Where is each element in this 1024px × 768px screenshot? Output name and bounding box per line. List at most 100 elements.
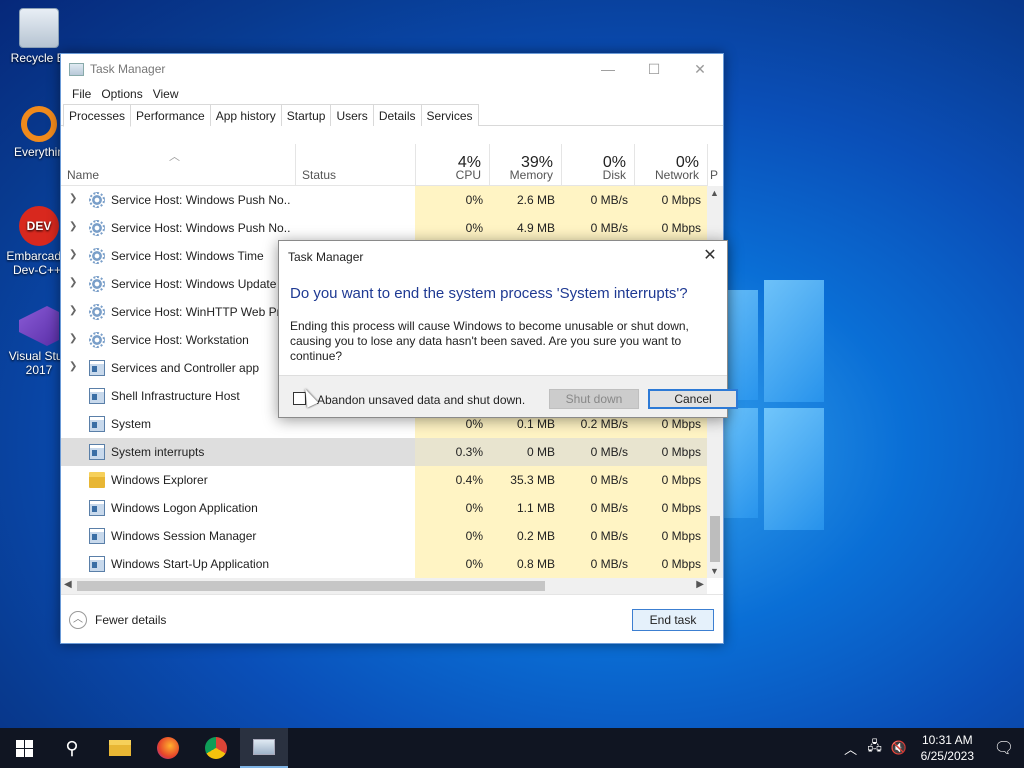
process-name: Windows Explorer bbox=[111, 473, 208, 487]
end-task-button[interactable]: End task bbox=[632, 609, 714, 631]
column-header-disk[interactable]: 0% Disk bbox=[561, 144, 634, 186]
column-header-network[interactable]: 0% Network bbox=[634, 144, 707, 186]
column-network-label: Network bbox=[654, 168, 699, 182]
network-icon[interactable]: 🖧 bbox=[863, 737, 887, 759]
process-network: 0 Mbps bbox=[634, 214, 707, 242]
task-manager-icon bbox=[253, 739, 275, 755]
process-row[interactable]: Windows Logon Application 0% 1.1 MB 0 MB/s 0… bbox=[61, 494, 707, 522]
process-cpu: 0% bbox=[415, 550, 489, 578]
process-memory: 0 MB bbox=[489, 438, 561, 466]
scroll-left-icon[interactable]: ◀ bbox=[64, 579, 72, 590]
tab-app-history[interactable]: App history bbox=[209, 104, 282, 126]
column-header-cpu[interactable]: 4% CPU bbox=[415, 144, 489, 186]
window-icon bbox=[89, 556, 105, 572]
taskbar-chrome[interactable] bbox=[192, 728, 240, 768]
gear-icon bbox=[89, 304, 105, 320]
dialog-headline: Do you want to end the system process 'S… bbox=[290, 285, 688, 302]
sort-ascending-icon: ︿ bbox=[169, 151, 180, 163]
process-name: Windows Logon Application bbox=[111, 501, 258, 515]
taskbar-firefox[interactable] bbox=[144, 728, 192, 768]
process-row[interactable]: ❯ Service Host: Windows Push No... 0% 4.9 M… bbox=[61, 214, 707, 242]
taskbar: ⚲ ︿ 🖧 🔇 10:31 AM 6/25/2023 🗨 bbox=[0, 728, 1024, 768]
process-name: Windows Start-Up Application bbox=[111, 557, 270, 571]
volume-muted-icon[interactable]: 🔇 bbox=[887, 740, 911, 756]
minimize-button[interactable]: — bbox=[585, 54, 631, 84]
clock-time: 10:31 AM bbox=[921, 733, 973, 747]
maximize-button[interactable]: ☐ bbox=[631, 54, 677, 84]
expand-chevron-icon[interactable]: ❯ bbox=[69, 333, 77, 344]
expand-chevron-icon[interactable]: ❯ bbox=[69, 277, 77, 288]
column-header-name[interactable]: ︿ Name bbox=[61, 144, 295, 186]
column-cpu-label: CPU bbox=[455, 168, 481, 182]
column-memory-label: Memory bbox=[509, 168, 553, 182]
cancel-button[interactable]: Cancel bbox=[648, 389, 738, 409]
expand-chevron-icon[interactable]: ❯ bbox=[69, 305, 77, 316]
process-disk: 0 MB/s bbox=[561, 438, 634, 466]
scroll-up-icon[interactable]: ▲ bbox=[710, 188, 719, 198]
notification-icon: 🗨 bbox=[993, 740, 1015, 757]
action-center-button[interactable]: 🗨 bbox=[984, 728, 1024, 768]
process-cpu: 0% bbox=[415, 522, 489, 550]
column-header-power[interactable]: P bbox=[707, 144, 723, 186]
expand-chevron-icon[interactable]: ❯ bbox=[69, 193, 77, 204]
column-name-label: Name bbox=[67, 168, 100, 182]
horizontal-scrollbar[interactable]: ◀ ▶ bbox=[61, 578, 707, 594]
clock[interactable]: 10:31 AM 6/25/2023 bbox=[911, 732, 984, 764]
expand-chevron-icon[interactable]: ❯ bbox=[69, 249, 77, 260]
tab-services[interactable]: Services bbox=[420, 104, 479, 126]
tab-users[interactable]: Users bbox=[330, 104, 374, 126]
title-bar[interactable]: Task Manager — ☐ ✕ bbox=[61, 54, 723, 84]
dialog-message: Ending this process will cause Windows t… bbox=[290, 319, 689, 363]
menu-options[interactable]: Options bbox=[96, 87, 147, 101]
process-disk: 0 MB/s bbox=[561, 522, 634, 550]
search-button[interactable]: ⚲ bbox=[48, 728, 96, 768]
window-icon bbox=[89, 388, 105, 404]
menu-file[interactable]: File bbox=[67, 87, 96, 101]
tab-startup[interactable]: Startup bbox=[280, 104, 332, 126]
scroll-down-icon[interactable]: ▼ bbox=[710, 566, 719, 576]
process-cpu: 0% bbox=[415, 186, 489, 214]
vertical-scroll-thumb[interactable] bbox=[710, 516, 720, 562]
process-name: Service Host: Windows Push No... bbox=[111, 221, 291, 235]
scroll-right-icon[interactable]: ▶ bbox=[696, 579, 704, 590]
menu-bar: File Options View bbox=[61, 84, 723, 104]
process-memory: 0.2 MB bbox=[489, 522, 561, 550]
process-cpu: 0% bbox=[415, 214, 489, 242]
expand-chevron-icon[interactable]: ❯ bbox=[69, 221, 77, 232]
process-disk: 0 MB/s bbox=[561, 186, 634, 214]
dialog-close-button[interactable]: ✕ bbox=[699, 245, 721, 267]
process-row[interactable]: ❯ Service Host: Windows Push No... 0% 2.6 M… bbox=[61, 186, 707, 214]
process-memory: 0.8 MB bbox=[489, 550, 561, 578]
window-title: Task Manager bbox=[90, 62, 166, 76]
tab-performance[interactable]: Performance bbox=[130, 104, 211, 126]
horizontal-scroll-thumb[interactable] bbox=[77, 581, 545, 591]
column-header-status[interactable]: Status bbox=[295, 144, 415, 186]
fewer-details-link[interactable]: ︿ Fewer details bbox=[69, 611, 166, 629]
tab-processes[interactable]: Processes bbox=[63, 104, 132, 127]
expand-chevron-icon[interactable]: ❯ bbox=[69, 361, 77, 372]
menu-view[interactable]: View bbox=[148, 87, 184, 101]
process-name: Service Host: Windows Push No... bbox=[111, 193, 291, 207]
start-button[interactable] bbox=[0, 728, 48, 768]
process-row[interactable]: Windows Session Manager 0% 0.2 MB 0 MB/s 0 M… bbox=[61, 522, 707, 550]
process-name: Windows Session Manager bbox=[111, 529, 257, 543]
abandon-data-label[interactable]: Abandon unsaved data and shut down. bbox=[317, 393, 525, 407]
process-row[interactable]: System interrupts 0.3% 0 MB 0 MB/s 0 Mbps bbox=[61, 438, 707, 466]
clock-date: 6/25/2023 bbox=[920, 749, 974, 763]
taskbar-file-explorer[interactable] bbox=[96, 728, 144, 768]
fewer-details-label: Fewer details bbox=[95, 613, 167, 627]
shut-down-button[interactable]: Shut down bbox=[549, 389, 639, 409]
process-disk: 0 MB/s bbox=[561, 494, 634, 522]
column-header-memory[interactable]: 39% Memory bbox=[489, 144, 561, 186]
process-name: Shell Infrastructure Host bbox=[111, 389, 240, 403]
process-name: System bbox=[111, 417, 152, 431]
windows-logo-icon bbox=[15, 739, 33, 757]
show-hidden-icons-chevron-icon[interactable]: ︿ bbox=[839, 739, 863, 758]
close-button[interactable]: ✕ bbox=[677, 54, 723, 84]
tab-details[interactable]: Details bbox=[372, 104, 422, 126]
process-name: Service Host: Workstation bbox=[111, 333, 249, 347]
column-status-label: Status bbox=[302, 168, 337, 182]
taskbar-task-manager[interactable] bbox=[240, 728, 288, 768]
process-row[interactable]: Windows Start-Up Application 0% 0.8 MB 0 MB… bbox=[61, 550, 707, 578]
process-row[interactable]: Windows Explorer 0.4% 35.3 MB 0 MB/s 0 Mbps bbox=[61, 466, 707, 494]
